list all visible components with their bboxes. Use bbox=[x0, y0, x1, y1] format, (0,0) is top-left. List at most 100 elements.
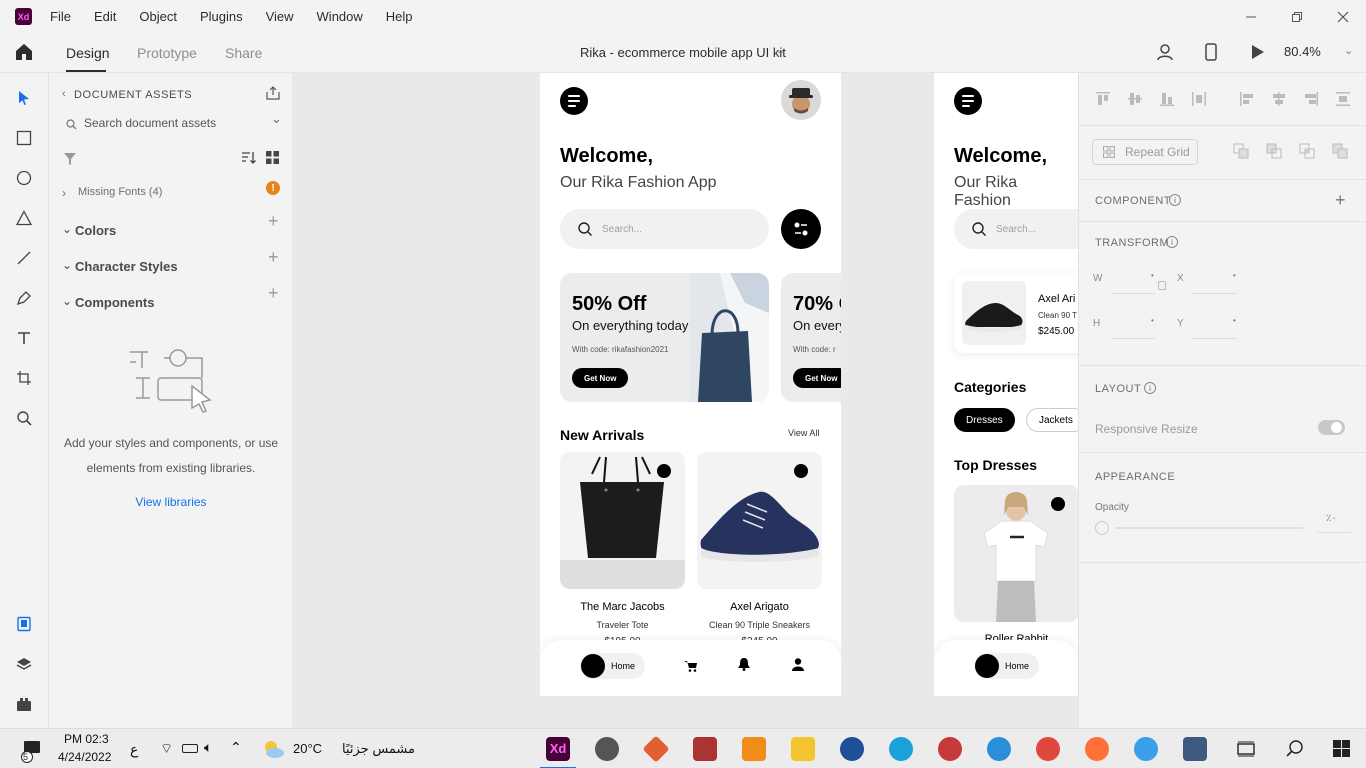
layers-icon[interactable] bbox=[14, 654, 34, 674]
lock-aspect-icon[interactable] bbox=[1158, 281, 1166, 290]
nav-home[interactable]: Home bbox=[974, 653, 1040, 679]
menu-window[interactable]: Window bbox=[317, 9, 363, 24]
info-icon[interactable]: i bbox=[1166, 236, 1178, 248]
product-row-card[interactable]: Axel Ari Clean 90 T $245.00 bbox=[954, 273, 1078, 353]
opacity-slider-track[interactable] bbox=[1115, 527, 1303, 529]
section-components[interactable]: Components bbox=[75, 295, 154, 310]
clock-time[interactable]: PM 02:3 bbox=[64, 732, 109, 746]
pen-icon[interactable] bbox=[14, 288, 34, 308]
chip-dresses[interactable]: Dresses bbox=[954, 408, 1015, 432]
settings-gear-icon[interactable] bbox=[595, 737, 619, 761]
clock-date[interactable]: 4/24/2022 bbox=[58, 750, 111, 764]
select-icon[interactable] bbox=[14, 88, 34, 108]
add-component-plus-icon[interactable]: + bbox=[1335, 190, 1346, 211]
menu-object[interactable]: Object bbox=[139, 9, 177, 24]
repeat-grid-button[interactable]: Repeat Grid bbox=[1092, 139, 1198, 165]
colors-chevron-icon[interactable]: ⌄ bbox=[62, 222, 72, 236]
favorite-heart-icon[interactable] bbox=[1051, 497, 1065, 511]
zoom-chevron-icon[interactable]: ⌄ bbox=[1344, 44, 1353, 57]
info-icon[interactable]: i bbox=[1144, 382, 1156, 394]
x-field[interactable] bbox=[1191, 293, 1237, 294]
menu-plugins[interactable]: Plugins bbox=[200, 9, 243, 24]
align-middle-icon[interactable] bbox=[1127, 91, 1143, 107]
opacity-value[interactable]: ٪٠ bbox=[1326, 513, 1337, 524]
device-preview-icon[interactable] bbox=[1205, 43, 1217, 66]
weather-icon[interactable] bbox=[261, 739, 285, 764]
wifi-icon[interactable]: ⌔ bbox=[160, 740, 173, 758]
chevron-down-icon[interactable]: ⌄ bbox=[776, 44, 785, 57]
firefox-icon[interactable] bbox=[1085, 737, 1109, 761]
internet-explorer-icon[interactable] bbox=[987, 737, 1011, 761]
winrar-icon[interactable] bbox=[693, 737, 717, 761]
avatar[interactable] bbox=[781, 80, 821, 120]
bell-icon[interactable] bbox=[738, 658, 750, 676]
align-center-icon[interactable] bbox=[1271, 91, 1287, 107]
section-character-styles[interactable]: Character Styles bbox=[75, 259, 178, 274]
weather-temp[interactable]: 20°C bbox=[293, 741, 322, 756]
file-explorer-icon[interactable] bbox=[791, 737, 815, 761]
favorite-heart-icon[interactable] bbox=[657, 464, 671, 478]
xd-taskbar-icon[interactable]: Xd bbox=[546, 737, 570, 761]
search-taskbar-icon[interactable] bbox=[1286, 740, 1303, 762]
tab-design[interactable]: Design bbox=[66, 45, 110, 61]
boolean-add-icon[interactable] bbox=[1233, 143, 1249, 159]
calculator-icon[interactable] bbox=[1183, 737, 1207, 761]
menu-help[interactable]: Help bbox=[386, 9, 413, 24]
zoom-icon[interactable] bbox=[14, 408, 34, 428]
restore-icon[interactable] bbox=[1274, 0, 1320, 33]
align-top-icon[interactable] bbox=[1095, 91, 1111, 107]
document-title[interactable]: Rika - ecommerce mobile app UI kit bbox=[580, 45, 786, 60]
back-chevron-icon[interactable]: ‹ bbox=[62, 88, 66, 100]
app-search-box[interactable]: Search... bbox=[954, 209, 1078, 249]
show-hidden-icons-icon[interactable]: ⌃ bbox=[230, 739, 242, 756]
weather-desc[interactable]: مشمس جزئيًا bbox=[342, 741, 415, 757]
missing-fonts[interactable]: Missing Fonts (4) bbox=[78, 186, 162, 198]
assets-icon[interactable] bbox=[14, 614, 34, 634]
promo-banner[interactable]: 50% Off On everything today With code: r… bbox=[560, 273, 769, 402]
add-character-style-icon[interactable]: + bbox=[268, 247, 279, 268]
artboard-categories[interactable]: Welcome, Our Rika Fashion Search... Axel… bbox=[934, 73, 1078, 696]
menu-file[interactable]: File bbox=[50, 9, 71, 24]
nav-home[interactable]: Home bbox=[580, 653, 646, 679]
app-blue-icon[interactable] bbox=[1134, 737, 1158, 761]
search-chevron-icon[interactable]: ⌄ bbox=[271, 111, 282, 127]
cart-icon[interactable] bbox=[684, 659, 697, 677]
distribute-horizontal-icon[interactable] bbox=[1335, 91, 1351, 107]
notifications-icon[interactable]: 5 bbox=[20, 741, 44, 763]
rectangle-icon[interactable] bbox=[14, 128, 34, 148]
menu-icon[interactable] bbox=[954, 87, 982, 115]
canvas[interactable]: Welcome, Our Rika Fashion App Search... … bbox=[292, 73, 1078, 728]
height-field[interactable] bbox=[1111, 338, 1155, 339]
sublime-icon[interactable] bbox=[742, 737, 766, 761]
sort-icon[interactable] bbox=[241, 151, 256, 169]
home-icon[interactable] bbox=[14, 42, 34, 62]
ellipse-icon[interactable] bbox=[14, 168, 34, 188]
menu-icon[interactable] bbox=[560, 87, 588, 115]
chrome-icon[interactable] bbox=[1036, 737, 1060, 761]
text-icon[interactable] bbox=[14, 328, 34, 348]
tab-prototype[interactable]: Prototype bbox=[137, 45, 197, 61]
boolean-intersect-icon[interactable] bbox=[1299, 143, 1315, 159]
app-red-icon[interactable] bbox=[938, 737, 962, 761]
opacity-slider-handle[interactable] bbox=[1095, 521, 1109, 535]
language-indicator[interactable]: ع bbox=[130, 741, 138, 758]
get-now-button[interactable]: Get Now bbox=[572, 368, 629, 388]
volume-icon[interactable]: 🔈︎ bbox=[204, 739, 212, 756]
get-now-button-2[interactable]: Get Now bbox=[793, 368, 841, 388]
align-right-icon[interactable] bbox=[1303, 91, 1319, 107]
promo-banner-2[interactable]: 70% O On every With code: r Get Now bbox=[781, 273, 841, 402]
info-icon[interactable]: i bbox=[1169, 194, 1181, 206]
section-colors[interactable]: Colors bbox=[75, 223, 116, 238]
edge-icon[interactable] bbox=[889, 737, 913, 761]
align-bottom-icon[interactable] bbox=[1159, 91, 1175, 107]
menu-edit[interactable]: Edit bbox=[94, 9, 116, 24]
close-icon[interactable] bbox=[1320, 0, 1366, 33]
y-field[interactable] bbox=[1191, 338, 1237, 339]
add-component-icon[interactable]: + bbox=[268, 283, 279, 304]
char-styles-chevron-icon[interactable]: ⌄ bbox=[62, 258, 72, 272]
width-field[interactable] bbox=[1111, 293, 1155, 294]
missing-fonts-chevron-icon[interactable]: › bbox=[62, 186, 66, 200]
windows-start-icon[interactable] bbox=[1333, 740, 1350, 762]
share-icon[interactable] bbox=[266, 86, 280, 105]
add-color-icon[interactable]: + bbox=[268, 211, 279, 232]
